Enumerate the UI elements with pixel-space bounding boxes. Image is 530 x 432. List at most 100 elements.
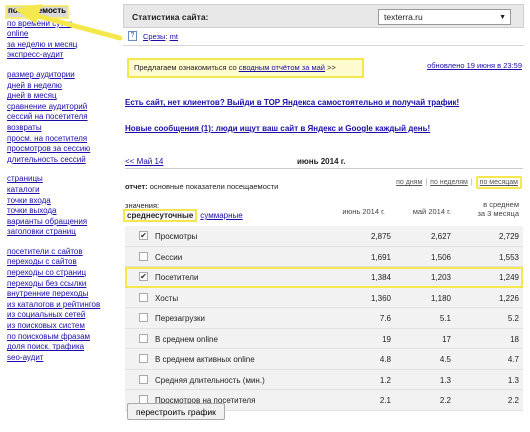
- sidebar-item[interactable]: просмотров за сессию: [7, 144, 119, 155]
- row-value: 2.2: [507, 396, 519, 405]
- sidebar-group: посещаемость по времени суток online за нед…: [7, 6, 119, 61]
- row-label: Перезагрузки: [155, 314, 205, 323]
- row-value: 1.3: [507, 375, 519, 385]
- row-value: 1.2: [379, 375, 391, 385]
- sidebar-item[interactable]: точки выхода: [7, 206, 119, 217]
- sidebar-item[interactable]: страницы: [7, 174, 119, 185]
- row-checkbox[interactable]: ✔: [139, 272, 148, 281]
- period-tabs: по дням | по неделям | по месяцам: [393, 176, 522, 189]
- row-value: 4.5: [439, 355, 451, 364]
- sidebar-item[interactable]: экспресс-аудит: [7, 50, 119, 61]
- slices-value-link[interactable]: mt: [170, 32, 178, 41]
- sidebar-item[interactable]: точки входа: [7, 196, 119, 207]
- mode-total[interactable]: суммарные: [200, 211, 242, 220]
- report-text: основные показатели посещаемости: [147, 182, 279, 191]
- row-value: 1.3: [439, 375, 451, 385]
- table-row: В среднем online 19 17 18: [125, 328, 523, 349]
- row-value: 2.1: [379, 396, 391, 405]
- help-icon[interactable]: ?: [128, 31, 137, 41]
- sidebar-item[interactable]: дней в неделю: [7, 81, 119, 92]
- sidebar-item[interactable]: по времени суток: [7, 19, 119, 30]
- period-by-month[interactable]: по месяцам: [475, 176, 522, 189]
- sidebar-item[interactable]: по поисковым фразам: [7, 332, 119, 343]
- period-by-day[interactable]: по дням: [396, 179, 422, 186]
- sidebar-item[interactable]: каталоги: [7, 185, 119, 196]
- row-checkbox[interactable]: [139, 313, 148, 322]
- period-separator: |: [425, 179, 428, 186]
- period-separator: |: [470, 179, 473, 186]
- site-select[interactable]: texterra.ru ▼: [378, 9, 511, 25]
- site-select-value: texterra.ru: [384, 12, 423, 22]
- column-header-avg-line2: за 3 месяца: [477, 209, 519, 218]
- report-label: отчет:: [125, 182, 148, 191]
- sidebar-item[interactable]: заголовки страниц: [7, 227, 119, 238]
- sidebar-item[interactable]: доля поиск. трафика: [7, 342, 119, 353]
- rebuild-chart-button[interactable]: перестроить график: [127, 403, 225, 420]
- sidebar-item[interactable]: из поисковых систем: [7, 321, 119, 332]
- row-label: Средняя длительность (мин.): [155, 375, 265, 385]
- prev-month-link[interactable]: << Май 14: [125, 157, 163, 166]
- table-row: Перезагрузки 7.6 5.1 5.2: [125, 308, 523, 329]
- row-checkbox[interactable]: [139, 374, 148, 384]
- row-value: 1,360: [370, 293, 391, 303]
- sidebar-item[interactable]: переходы со страниц: [7, 268, 119, 279]
- period-by-week[interactable]: по неделям: [430, 179, 468, 186]
- column-header-avg: в среднем за 3 месяца: [461, 200, 519, 218]
- slices-line: Срезы: mt: [143, 32, 178, 41]
- row-value: 2.2: [439, 396, 451, 405]
- table-row: ✔ Посетители 1,384 1,203 1,249: [125, 267, 523, 288]
- sidebar-item[interactable]: online: [7, 29, 119, 40]
- row-value: 4.7: [507, 355, 519, 364]
- sidebar-item[interactable]: из социальных сетей: [7, 310, 119, 321]
- sidebar-item[interactable]: сессий на посетителя: [7, 112, 119, 123]
- sidebar-item[interactable]: варианты обращения: [7, 217, 119, 228]
- row-checkbox[interactable]: ✔: [139, 231, 148, 240]
- stats-panel: Статистика сайта: texterra.ru ▼ ? Срезы:…: [123, 4, 524, 420]
- sidebar-item[interactable]: посетители с сайтов: [7, 247, 119, 258]
- table-row: Средняя длительность (мин.) 1.2 1.3 1.3: [125, 369, 523, 390]
- row-checkbox[interactable]: [139, 354, 148, 363]
- sidebar-item[interactable]: переходы без ссылки: [7, 279, 119, 290]
- sidebar-item[interactable]: дней в месяц: [7, 91, 119, 102]
- row-checkbox[interactable]: [139, 251, 148, 261]
- row-value: 19: [382, 334, 391, 344]
- summary-report-link[interactable]: сводным отчётом за май: [239, 63, 325, 72]
- promo-link-top[interactable]: Есть сайт, нет клиентов? Выйди в TOP Янд…: [125, 98, 459, 107]
- sidebar-item[interactable]: возвраты: [7, 123, 119, 134]
- slices-bar: ? Срезы: mt: [123, 28, 524, 46]
- sidebar-item[interactable]: за неделю и месяц: [7, 40, 119, 51]
- mode-daily-average[interactable]: среднесуточные: [123, 209, 198, 222]
- slices-link[interactable]: Срезы: [143, 32, 165, 41]
- row-label: Посетители: [155, 273, 199, 282]
- row-value: 1,506: [430, 252, 451, 262]
- sidebar-item[interactable]: seo-аудит: [7, 353, 119, 364]
- row-label: В среднем online: [155, 334, 218, 344]
- sidebar-item[interactable]: просм. на посетителя: [7, 134, 119, 145]
- row-value: 5.1: [439, 314, 451, 323]
- sidebar-item[interactable]: сравнение аудиторий: [7, 102, 119, 113]
- row-checkbox[interactable]: [139, 292, 148, 302]
- promo-link-messages[interactable]: Новые сообщения (1): люди ищут ваш сайт …: [125, 124, 430, 133]
- sidebar-item[interactable]: внутренние переходы: [7, 289, 119, 300]
- sidebar-item[interactable]: длительность сессий: [7, 155, 119, 166]
- sidebar-group: страницы каталоги точки входа точки выхода в…: [7, 174, 119, 238]
- table-row: Сессии 1,691 1,506 1,553: [125, 246, 523, 267]
- row-label: Хосты: [155, 293, 179, 303]
- sidebar-item[interactable]: посещаемость: [7, 6, 68, 17]
- sidebar-group: размер аудитории дней в неделю дней в меся…: [7, 70, 119, 165]
- updated-timestamp[interactable]: обновлено 19 июня в 23:59: [427, 61, 522, 70]
- column-header-june: июнь 2014 г.: [342, 207, 385, 216]
- sidebar-item[interactable]: из каталогов и рейтингов: [7, 300, 119, 311]
- notice-prefix: Предлагаем ознакомиться со: [134, 63, 239, 72]
- report-notice: Предлагаем ознакомиться со сводным отчёт…: [127, 58, 364, 78]
- current-month: июнь 2014 г.: [297, 157, 346, 166]
- row-value: 17: [442, 334, 451, 344]
- sidebar-item[interactable]: размер аудитории: [7, 70, 119, 81]
- row-value: 1,384: [370, 273, 391, 282]
- row-value: 1,180: [430, 293, 451, 303]
- row-checkbox[interactable]: [139, 333, 148, 343]
- sidebar-nav: посещаемость по времени суток online за нед…: [7, 6, 119, 372]
- sidebar-item[interactable]: переходы с сайтов: [7, 257, 119, 268]
- row-label: Просмотры: [155, 232, 198, 241]
- table-row: Хосты 1,360 1,180 1,226: [125, 287, 523, 308]
